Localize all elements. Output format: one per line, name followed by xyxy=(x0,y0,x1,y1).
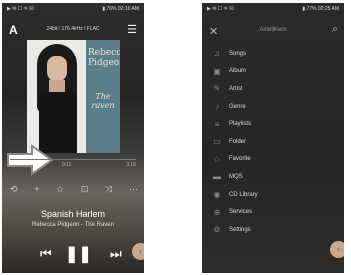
menu-item-label: Artist xyxy=(229,85,243,92)
status-battery-time: ▮ 77% 02:25 AM xyxy=(302,6,339,12)
folder-icon: ▭ xyxy=(213,137,221,147)
status-notifications: ▶ ✉ ☐ ✕ ☒ xyxy=(207,6,234,12)
settings-gear-icon: ⚙ xyxy=(213,225,221,235)
app-logo[interactable]: A xyxy=(9,23,18,37)
menu-item-label: Settings xyxy=(229,226,251,233)
arrow-right-icon xyxy=(7,144,54,176)
menu-item-cd-library[interactable]: ◉ CD Library xyxy=(202,186,344,204)
menu-item-label: Favorite xyxy=(229,156,251,163)
status-bar: ▶ ✉ ☐ ✕ ☒ ▮ 77% 02:25 AM xyxy=(202,6,344,14)
status-notifications: ▶ ✉ ☐ ✕ ☒ xyxy=(7,6,34,12)
next-track-button[interactable]: ⏭ xyxy=(110,246,122,262)
menu-item-playlists[interactable]: ≡ Playlists xyxy=(202,115,344,133)
previous-track-button[interactable]: ⏮ xyxy=(40,246,52,262)
menu-item-folder[interactable]: ▭ Folder xyxy=(202,133,344,151)
menu-item-services[interactable]: ⊕ Services xyxy=(202,203,344,221)
elapsed-time: 0:11 xyxy=(62,162,72,168)
menu-item-mqs[interactable]: ▬ MQS xyxy=(202,168,344,186)
repeat-icon[interactable]: ⟲ xyxy=(10,184,18,196)
menu-item-label: Songs xyxy=(229,50,247,57)
menu-title: AstellKern xyxy=(259,27,287,33)
menu-item-label: MQS xyxy=(229,173,243,180)
total-time: 3:16 xyxy=(126,162,136,168)
queue-icon[interactable]: ⊡ xyxy=(81,184,89,196)
song-title: Spanish Harlem xyxy=(40,209,106,219)
seek-bar[interactable] xyxy=(10,159,136,160)
favorite-star-icon[interactable]: ☆ xyxy=(56,184,64,196)
genre-icon: ♪ xyxy=(215,102,219,112)
status-bar: ▶ ✉ ☐ ✕ ☒ ▮ 76% 02:16 AM xyxy=(2,6,144,14)
album-art-artist-text: Rebecca Pidgeon xyxy=(88,48,120,68)
menu-item-songs[interactable]: ♫ Songs xyxy=(202,45,344,63)
menu-item-album[interactable]: ▣ Album xyxy=(202,63,344,81)
library-menu-screen: ▶ ✉ ☐ ✕ ☒ ▮ 77% 02:25 AM ✕ AstellKern ⌕ … xyxy=(202,3,344,273)
menu-item-genre[interactable]: ♪ Genre xyxy=(202,98,344,116)
floating-back-button[interactable]: ‹ xyxy=(132,243,144,260)
menu-item-favorite[interactable]: ☆ Favorite xyxy=(202,151,344,169)
menu-item-settings[interactable]: ⚙ Settings xyxy=(202,221,344,239)
transport-controls: ⏮ ❚❚ ⏭ xyxy=(2,243,144,263)
album-art[interactable]: Rebecca Pidgeon The raven xyxy=(27,40,120,153)
playlist-icon: ≡ xyxy=(214,119,220,129)
now-playing-screen: ▶ ✉ ☐ ✕ ☒ ▮ 76% 02:16 AM A 24bit / 176.4… xyxy=(2,3,144,273)
mqs-icon: ▬ xyxy=(213,172,221,182)
album-art-title-text: The raven xyxy=(91,92,115,110)
floating-back-button[interactable]: ‹ xyxy=(330,241,344,258)
playlist-menu-icon[interactable]: ☰ xyxy=(127,23,137,36)
cd-library-icon: ◉ xyxy=(213,190,221,200)
menu-item-label: Folder xyxy=(229,138,247,145)
menu-item-artist[interactable]: ✎ Artist xyxy=(202,80,344,98)
album-icon: ▣ xyxy=(213,66,221,76)
library-menu-list: ♫ Songs ▣ Album ✎ Artist ♪ Genre ≡ Playl… xyxy=(202,45,344,239)
artist-album: Rebecca Pidgeon - The Raven xyxy=(32,222,114,228)
menu-item-label: Services xyxy=(229,209,253,216)
more-icon[interactable]: ··· xyxy=(129,184,138,196)
artist-icon: ✎ xyxy=(213,84,221,94)
music-note-icon: ♫ xyxy=(214,49,220,59)
menu-item-label: Genre xyxy=(229,103,246,110)
pause-button[interactable]: ❚❚ xyxy=(65,244,92,264)
search-icon[interactable]: ⌕ xyxy=(332,23,338,36)
menu-item-label: Playlists xyxy=(229,121,252,128)
shuffle-icon[interactable]: ⤨ xyxy=(105,184,112,196)
services-icon: ⊕ xyxy=(213,207,221,217)
favorite-star-icon: ☆ xyxy=(213,154,221,164)
playback-options-row: ⟲ + ☆ ⊡ ⤨ ··· xyxy=(10,184,138,196)
add-icon[interactable]: + xyxy=(34,184,39,196)
menu-item-label: Album xyxy=(229,68,247,75)
status-battery-time: ▮ 76% 02:16 AM xyxy=(102,6,139,12)
audio-format-info: 24bit / 176.4kHz / FLAC xyxy=(46,26,100,32)
menu-item-label: CD Library xyxy=(229,191,258,198)
